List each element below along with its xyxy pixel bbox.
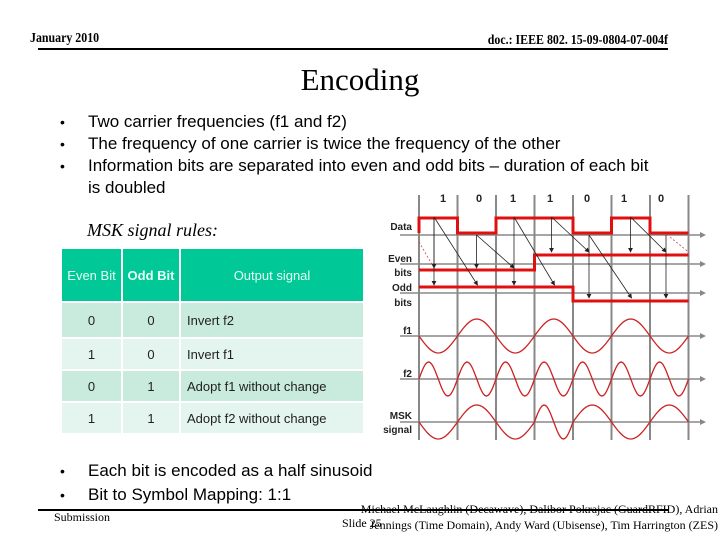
f1-wave-segment [572, 335, 613, 354]
bullet-icon: • [60, 487, 65, 503]
label-odd-bits: bits [394, 298, 412, 309]
cell-output: Invert f2 [181, 303, 363, 337]
cell-even: 1 [62, 403, 121, 433]
msk-wave-segment [649, 404, 690, 423]
bullet-item: • The frequency of one carrier is twice t… [60, 133, 680, 155]
bit-label: 1 [510, 193, 516, 205]
footer-submission: Submission [54, 510, 111, 524]
header-output-signal: Output signal [181, 249, 363, 301]
f1-wave-segment [533, 318, 574, 337]
bullet-text: Bit to Symbol Mapping: 1:1 [88, 485, 292, 504]
label-even: Even [388, 254, 412, 265]
bullet-icon: • [60, 463, 65, 479]
axis-arrow-f1 [700, 333, 706, 339]
row-labels: Data Even bits Odd bits f1 f2 MSK signal [383, 222, 413, 436]
bullet-text: Two carrier frequencies (f1 and f2) [88, 112, 347, 131]
label-msk-signal: signal [383, 425, 412, 436]
odd-bits-signal [419, 285, 689, 303]
slide-title: Encoding [300, 62, 420, 97]
axis-arrow-f2 [700, 376, 706, 382]
bullet-icon: • [60, 136, 65, 152]
axis-arrow-odd [700, 290, 706, 296]
bit-label: 1 [547, 193, 553, 205]
axis-arrow-data [700, 232, 706, 238]
table-row: 1 0 Invert f1 [62, 339, 363, 369]
table-row: 0 0 Invert f2 [62, 303, 363, 337]
cell-even: 0 [62, 303, 121, 337]
data-bit-labels: 1 0 1 1 0 1 0 [440, 193, 664, 205]
label-data: Data [390, 222, 412, 233]
msk-wave-segment [495, 421, 536, 440]
label-f1: f1 [403, 326, 412, 337]
label-msk: MSK [390, 411, 413, 422]
footer-authors-line2: Jennings (Time Domain), Andy Ward (Ubise… [369, 518, 718, 532]
bit-label: 0 [584, 193, 590, 205]
bottom-bullet-list: • Each bit is encoded as a half sinusoid … [60, 459, 372, 507]
digital-signals [417, 216, 689, 303]
arrow [433, 216, 478, 286]
cell-odd: 1 [123, 371, 179, 401]
cell-output: Adopt f1 without change [181, 371, 363, 401]
f1-wave-segment [495, 335, 536, 354]
label-f2: f2 [403, 369, 412, 380]
bit-label: 0 [476, 193, 482, 205]
arrow [588, 234, 632, 299]
bit-label: 1 [440, 193, 446, 205]
cell-odd: 1 [123, 403, 179, 433]
bullet-text: The frequency of one carrier is twice th… [88, 134, 561, 153]
msk-wave-segment [572, 404, 613, 423]
data-signal [417, 216, 689, 235]
footer-authors: Michael McLaughlin (Decawave), Dalibor P… [358, 501, 718, 533]
msk-timing-diagram: 1 0 1 1 0 1 0 Data Even bits Odd bits f1… [383, 193, 706, 440]
bullet-icon: • [60, 114, 65, 130]
dashed-arrow [669, 236, 689, 253]
bullet-text: Each bit is encoded as a half sinusoid [88, 461, 373, 480]
header-odd-bit: Odd Bit [123, 249, 179, 301]
cell-odd: 0 [123, 303, 179, 337]
header-date: January 2010 [30, 31, 100, 46]
msk-rules-table: Even Bit Odd Bit Output signal 0 0 Inver… [60, 247, 365, 435]
header-even-bit: Even Bit [62, 249, 121, 301]
msk-wave-segment [418, 421, 459, 440]
cell-even: 1 [62, 339, 121, 369]
axis-arrow-msk [700, 419, 706, 425]
dashed-arrow [418, 241, 434, 267]
axis-arrow-even [700, 261, 706, 267]
cell-output: Adopt f2 without change [181, 403, 363, 433]
table-row: 1 1 Adopt f2 without change [62, 403, 363, 433]
cell-even: 0 [62, 371, 121, 401]
header-divider [38, 48, 668, 50]
diagram-axes [400, 232, 706, 425]
bullet-icon: • [60, 158, 65, 174]
table-header-row: Even Bit Odd Bit Output signal [62, 249, 363, 301]
msk-wave-segment [610, 421, 651, 440]
bit-label: 1 [621, 193, 627, 205]
rules-heading: MSK signal rules: [87, 220, 219, 240]
label-odd: Odd [392, 283, 412, 294]
footer-authors-line1: Michael McLaughlin (Decawave), Dalibor P… [360, 502, 718, 516]
header-doc-id: doc.: IEEE 802. 15-09-0804-07-004f [487, 33, 668, 48]
msk-wave-segment [456, 404, 497, 423]
cell-output: Invert f1 [181, 339, 363, 369]
f1-wave-segment [610, 318, 651, 337]
bullet-item: • Each bit is encoded as a half sinusoid [60, 459, 372, 483]
bit-label: 0 [658, 193, 664, 205]
cell-odd: 0 [123, 339, 179, 369]
f1-wave-segment [649, 335, 690, 354]
f1-wave-segment [418, 335, 459, 354]
table-row: 0 1 Adopt f1 without change [62, 371, 363, 401]
bullet-item: • Bit to Symbol Mapping: 1:1 [60, 483, 372, 507]
label-even-bits: bits [394, 268, 412, 279]
f1-wave-segment [456, 318, 497, 337]
bullet-item: • Two carrier frequencies (f1 and f2) [60, 111, 680, 133]
